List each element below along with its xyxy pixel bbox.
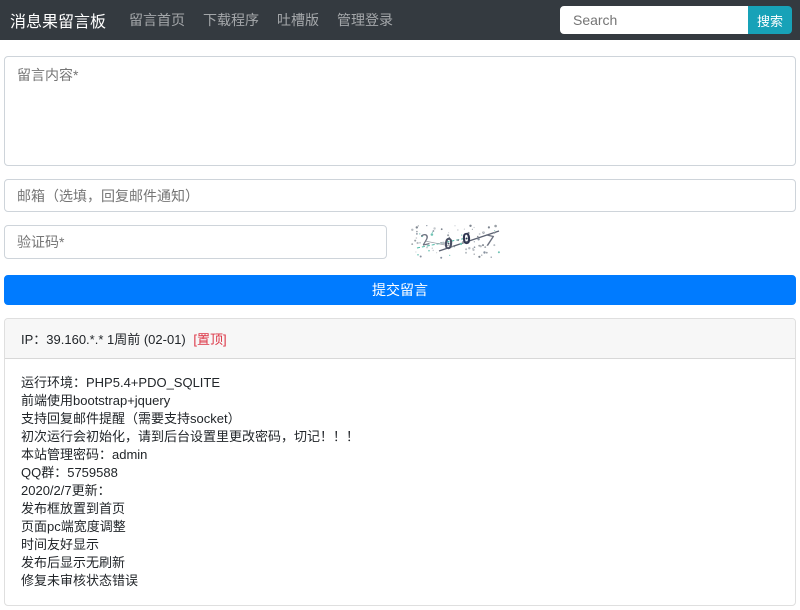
captcha-image[interactable]: 2 0 0 7 bbox=[411, 224, 501, 259]
captcha-row: 2 0 0 7 bbox=[4, 224, 796, 259]
pinned-badge: [置顶] bbox=[193, 332, 227, 347]
message-line: 初次运行会初始化，请到后台设置里更改密码，切记！！！ bbox=[21, 429, 360, 444]
captcha-digit: 0 bbox=[443, 234, 454, 254]
email-field[interactable] bbox=[4, 179, 796, 212]
captcha-field[interactable] bbox=[4, 224, 387, 259]
message-line: 时间友好显示 bbox=[21, 537, 100, 552]
brand-link[interactable]: 消息果留言板 bbox=[10, 8, 106, 32]
message-line: QQ群：5759588 bbox=[21, 465, 118, 480]
search-form: 搜索 bbox=[559, 6, 792, 34]
main-content: 2 0 0 7 提交留言 IP：39.160.*.* 1周前 (02-01) [… bbox=[0, 40, 800, 610]
search-input[interactable] bbox=[559, 6, 748, 34]
message-line: 发布后显示无刷新 bbox=[21, 555, 126, 570]
message-card-header: IP：39.160.*.* 1周前 (02-01) [置顶] bbox=[5, 319, 795, 359]
submit-message-button[interactable]: 提交留言 bbox=[4, 275, 796, 305]
message-line: 前端使用bootstrap+jquery bbox=[21, 393, 171, 408]
nav-link[interactable]: 留言首页 bbox=[120, 10, 194, 30]
message-line: 本站管理密码：admin bbox=[21, 447, 148, 462]
message-line: 发布框放置到首页 bbox=[21, 501, 126, 516]
message-ip-time: IP：39.160.*.* 1周前 (02-01) bbox=[21, 332, 186, 347]
message-line: 页面pc端宽度调整 bbox=[21, 519, 126, 534]
message-card-body: 运行环境：PHP5.4+PDO_SQLITE 前端使用bootstrap+jque… bbox=[5, 359, 795, 605]
message-textarea[interactable] bbox=[4, 56, 796, 166]
message-card: IP：39.160.*.* 1周前 (02-01) [置顶] 运行环境：PHP5… bbox=[4, 318, 796, 606]
nav-link[interactable]: 管理登录 bbox=[328, 10, 402, 30]
message-line: 修复未审核状态错误 bbox=[21, 573, 139, 588]
nav-link[interactable]: 吐槽版 bbox=[268, 10, 328, 30]
nav-link[interactable]: 下载程序 bbox=[194, 10, 268, 30]
message-line: 支持回复邮件提醒（需要支持socket） bbox=[21, 411, 241, 426]
message-line: 运行环境：PHP5.4+PDO_SQLITE bbox=[21, 375, 221, 390]
message-line: 2020/2/7更新： bbox=[21, 483, 111, 498]
captcha-digit: 0 bbox=[461, 229, 472, 249]
nav-links: 留言首页 下载程序 吐槽版 管理登录 bbox=[120, 10, 402, 30]
top-navbar: 消息果留言板 留言首页下载程序吐槽版管理登录 搜索 bbox=[0, 0, 800, 40]
search-button[interactable]: 搜索 bbox=[747, 6, 792, 34]
